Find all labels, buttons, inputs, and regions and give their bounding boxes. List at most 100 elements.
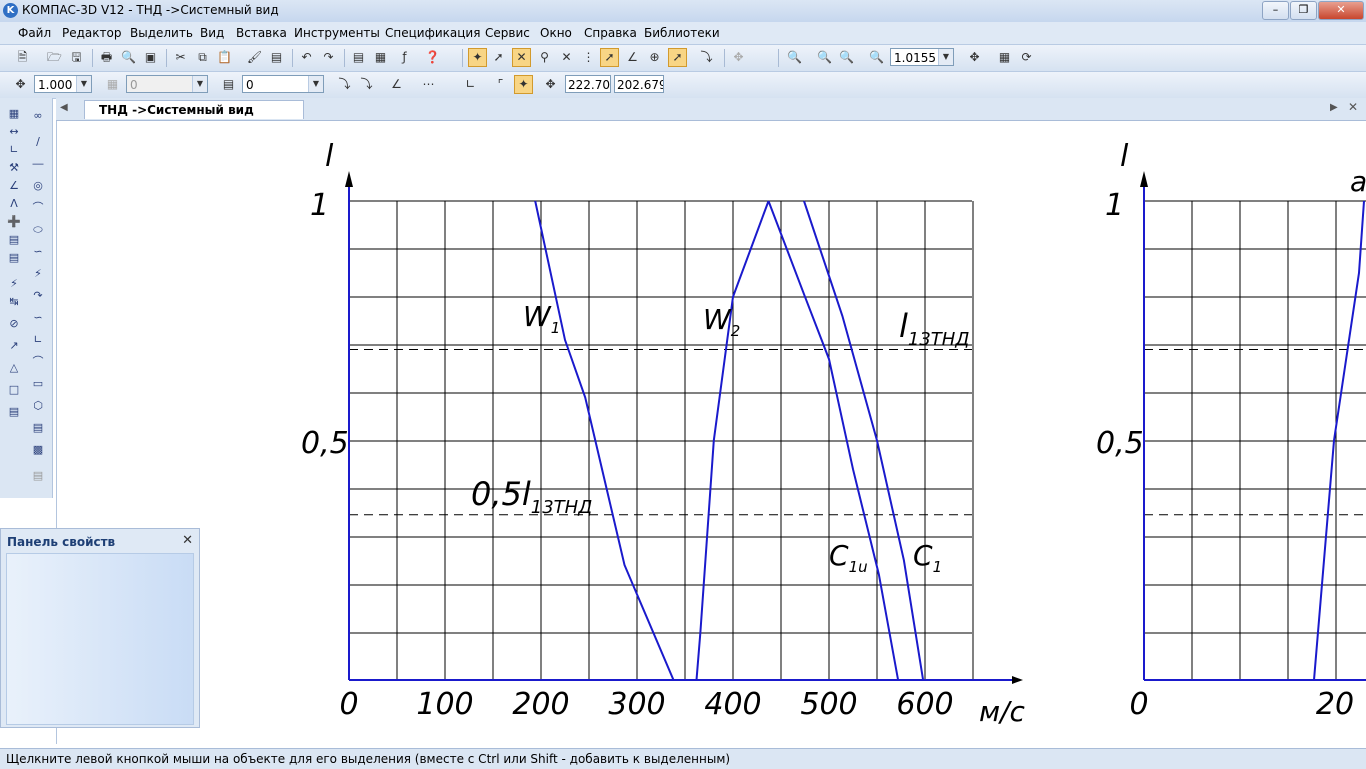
arc-icon[interactable]: ⌒: [30, 200, 46, 216]
library-manager-icon[interactable]: ▦: [372, 49, 389, 66]
tab-document[interactable]: ТНД ->Системный вид: [84, 100, 304, 119]
menu-service[interactable]: Сервис: [485, 26, 530, 40]
menu-tools[interactable]: Инструменты: [294, 26, 380, 40]
spec-icon[interactable]: ▤: [6, 232, 22, 248]
preview-icon[interactable]: ▣: [142, 49, 159, 66]
hatching-icon[interactable]: ▤: [30, 420, 46, 436]
parametrize-icon[interactable]: ∠: [6, 178, 22, 194]
menu-insert[interactable]: Вставка: [236, 26, 287, 40]
y-coordinate-field[interactable]: 202.679: [614, 75, 664, 93]
help-pointer-icon[interactable]: ❓: [424, 49, 441, 66]
local-coords-icon[interactable]: ✥: [730, 49, 747, 66]
fillet-icon[interactable]: ⌒: [30, 354, 46, 370]
layer-combo[interactable]: 0 ▼: [126, 75, 208, 93]
linear-dim-icon[interactable]: ↹: [6, 294, 22, 310]
x-coordinate-field[interactable]: 222.706: [565, 75, 611, 93]
polygon-icon[interactable]: ⬡: [30, 398, 46, 414]
fill-icon[interactable]: ▩: [30, 442, 46, 458]
cursor-coords-icon[interactable]: ✥: [542, 76, 559, 93]
symbols-icon[interactable]: ∟: [6, 142, 22, 158]
properties-icon[interactable]: ▤: [268, 49, 285, 66]
report-icon[interactable]: ▤: [6, 250, 22, 266]
snap-on-curve-icon[interactable]: ➚: [668, 48, 687, 67]
zoom-combo[interactable]: 1.0155 ▼: [890, 48, 954, 66]
open-folder-icon[interactable]: 🗁: [46, 49, 63, 66]
undo-icon[interactable]: ↶: [298, 49, 315, 66]
magnet-icon[interactable]: ⤵: [698, 49, 715, 66]
chevron-down-icon[interactable]: ▼: [76, 76, 91, 92]
angle-dim-icon[interactable]: ⊘: [6, 316, 22, 332]
snap-grid-icon[interactable]: ⋮: [580, 49, 597, 66]
layer-icon[interactable]: ▦: [104, 76, 121, 93]
style-combo[interactable]: 0 ▼: [242, 75, 324, 93]
chevron-down-icon[interactable]: ▼: [308, 76, 323, 92]
menu-libraries[interactable]: Библиотеки: [644, 26, 720, 40]
snap-normal-icon[interactable]: ✕: [558, 49, 575, 66]
scale-icon[interactable]: ✥: [12, 76, 29, 93]
local-axis-icon[interactable]: ∟: [462, 76, 479, 93]
lightning-icon[interactable]: ⚡: [6, 276, 22, 292]
tab-scroll-right-icon[interactable]: ▶: [1330, 102, 1338, 113]
variables-fx-icon[interactable]: ƒ: [396, 49, 413, 66]
radial-dim-icon[interactable]: ↗: [6, 338, 22, 354]
grid-icon[interactable]: ⋯: [420, 76, 437, 93]
zoom-window-icon[interactable]: 🔍: [786, 49, 803, 66]
triangle-icon[interactable]: △: [6, 360, 22, 376]
menu-window[interactable]: Окно: [540, 26, 572, 40]
tab-scroll-left-icon[interactable]: ◀: [60, 102, 68, 113]
refresh-view-icon[interactable]: ⟳: [1018, 49, 1035, 66]
menu-specification[interactable]: Спецификация: [385, 26, 480, 40]
snap-angle-icon[interactable]: ∠: [624, 49, 641, 66]
zoom-in-icon[interactable]: 🔍: [816, 49, 833, 66]
auxiliary-line-icon[interactable]: ⚡: [30, 266, 46, 282]
contour-icon[interactable]: ↷: [30, 288, 46, 304]
copy-icon[interactable]: ⧉: [194, 49, 211, 66]
drawing-canvas[interactable]: 0 100 200 300 400 500 600 0,5 1 l м/с l13ТНД 0,5l13Т…: [56, 121, 1366, 744]
maximize-button[interactable]: ❐: [1290, 1, 1317, 20]
rectangle-icon[interactable]: ▭: [30, 376, 46, 392]
chamfer-icon[interactable]: ∟: [30, 332, 46, 348]
chevron-down-icon[interactable]: ▼: [192, 76, 207, 92]
scale-combo[interactable]: 1.000 ▼: [34, 75, 92, 93]
select-icon[interactable]: ➕: [6, 214, 22, 230]
menu-select[interactable]: Выделить: [130, 26, 193, 40]
menu-view[interactable]: Вид: [200, 26, 224, 40]
new-document-icon[interactable]: 🗎: [14, 49, 31, 66]
print-preview-icon[interactable]: 🔍: [120, 49, 137, 66]
snap-center-icon[interactable]: ⊕: [646, 49, 663, 66]
redo-icon[interactable]: ↷: [320, 49, 337, 66]
cursor-snap-icon[interactable]: ✦: [514, 75, 533, 94]
print-icon[interactable]: 🖶: [98, 49, 115, 66]
dimensions-icon[interactable]: ↔: [6, 124, 22, 140]
hatch-icon[interactable]: ▤: [6, 404, 22, 420]
ellipse-icon[interactable]: ⬭: [30, 222, 46, 238]
snap-point-icon[interactable]: ➚: [490, 49, 507, 66]
save-icon[interactable]: 🖫: [68, 49, 85, 66]
snap-tangent-icon[interactable]: ⚲: [536, 49, 553, 66]
menu-file[interactable]: Файл: [18, 26, 51, 40]
snap-magnet-red-icon[interactable]: ⤵: [358, 76, 375, 93]
snap-midpoint-icon[interactable]: ➚: [600, 48, 619, 67]
frame-icon[interactable]: □: [6, 382, 22, 398]
spline-icon[interactable]: ∽: [30, 244, 46, 260]
ortho-mode-icon[interactable]: ⌜: [492, 76, 509, 93]
polyline-icon[interactable]: ∞: [30, 108, 46, 124]
menu-editor[interactable]: Редактор: [62, 26, 121, 40]
format-brush-icon[interactable]: 🖌: [246, 49, 263, 66]
show-all-icon[interactable]: ▦: [996, 49, 1013, 66]
snap-intersection-icon[interactable]: ✕: [512, 48, 531, 67]
edit-icon[interactable]: ⚒: [6, 160, 22, 176]
measure-icon[interactable]: Λ: [6, 196, 22, 212]
segment-icon[interactable]: ―: [30, 156, 46, 172]
cut-icon[interactable]: ✂: [172, 49, 189, 66]
snap-magnet-icon[interactable]: ⤵: [336, 76, 353, 93]
close-icon[interactable]: ✕: [182, 533, 193, 548]
menu-help[interactable]: Справка: [584, 26, 637, 40]
bezier-icon[interactable]: ∽: [30, 310, 46, 326]
circle-icon[interactable]: ◎: [30, 178, 46, 194]
paste-icon[interactable]: 📋: [216, 49, 233, 66]
tab-close-icon[interactable]: ✕: [1348, 100, 1358, 114]
minimize-button[interactable]: –: [1262, 1, 1289, 20]
pan-icon[interactable]: ✥: [966, 49, 983, 66]
close-button[interactable]: ✕: [1318, 1, 1364, 20]
